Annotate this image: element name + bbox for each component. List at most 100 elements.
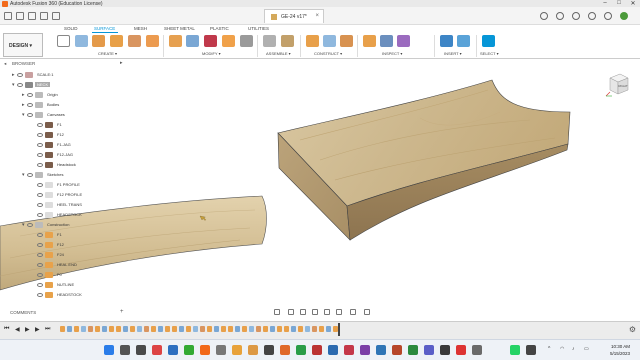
offset-icon[interactable]: [169, 35, 182, 47]
tab-utilities[interactable]: UTILITIES: [248, 26, 269, 31]
app-icon[interactable]: [526, 345, 536, 355]
display-settings-icon[interactable]: [336, 309, 342, 315]
browser-item[interactable]: HEAL END: [32, 260, 79, 269]
app-icon[interactable]: [216, 345, 226, 355]
loft-icon[interactable]: [128, 35, 141, 47]
browser-item[interactable]: F12 PROFILE: [32, 190, 84, 199]
timeline-feature-icon[interactable]: [291, 326, 296, 332]
timeline-feature-icon[interactable]: [214, 326, 219, 332]
visibility-eye-icon[interactable]: [37, 162, 43, 167]
timeline-next-button[interactable]: ▶: [35, 326, 40, 333]
browser-item[interactable]: F12-JAG: [32, 150, 75, 159]
zebra-analysis-icon[interactable]: [397, 35, 410, 47]
timeline-feature-icon[interactable]: [67, 326, 72, 332]
app-icon[interactable]: [472, 345, 482, 355]
tab-sheet-metal[interactable]: SHEET METAL: [164, 26, 195, 31]
visibility-eye-icon[interactable]: [37, 202, 43, 207]
timeline-feature-icon[interactable]: [193, 326, 198, 332]
timeline-feature-icon[interactable]: [277, 326, 282, 332]
timeline-feature-icon[interactable]: [235, 326, 240, 332]
add-comment-button[interactable]: +: [120, 309, 124, 315]
browser-item[interactable]: F1: [32, 230, 64, 239]
browser-item[interactable]: F0: [32, 270, 64, 279]
insert-canvas-icon[interactable]: [440, 35, 453, 47]
spotify-icon[interactable]: [184, 345, 194, 355]
extrude-icon[interactable]: [75, 35, 88, 47]
visibility-eye-icon[interactable]: [37, 272, 43, 277]
midplane-icon[interactable]: [323, 35, 336, 47]
visibility-eye-icon[interactable]: [37, 282, 43, 287]
create-group-label[interactable]: CREATE ▾: [98, 51, 117, 56]
viewcube[interactable]: RIGHT: [604, 70, 632, 98]
browser-item[interactable]: F1: [32, 120, 64, 129]
visibility-eye-icon[interactable]: [37, 142, 43, 147]
browser-item[interactable]: HEADSTOCK: [32, 210, 84, 219]
teams-icon[interactable]: [424, 345, 434, 355]
start-icon[interactable]: [104, 345, 114, 355]
timeline-feature-icon[interactable]: [270, 326, 275, 332]
fit-icon[interactable]: [324, 309, 330, 315]
browser-item[interactable]: F1 PROFILE: [32, 180, 82, 189]
visibility-eye-icon[interactable]: [37, 122, 43, 127]
powerpoint-icon[interactable]: [392, 345, 402, 355]
timeline-feature-icon[interactable]: [186, 326, 191, 332]
visibility-eye-icon[interactable]: [37, 182, 43, 187]
timeline-feature-icon[interactable]: [221, 326, 226, 332]
visibility-eye-icon[interactable]: [27, 112, 33, 117]
timeline-feature-icon[interactable]: [88, 326, 93, 332]
visibility-eye-icon[interactable]: [37, 232, 43, 237]
browser-item[interactable]: ▾ Sketches: [22, 170, 65, 179]
tray-chevron-icon[interactable]: ^: [548, 346, 550, 352]
tab-mesh[interactable]: MESH: [134, 26, 147, 31]
battery-icon[interactable]: ▭: [584, 346, 589, 352]
timeline-feature-icon[interactable]: [81, 326, 86, 332]
timeline-marker[interactable]: [338, 323, 340, 336]
orbit-icon[interactable]: [274, 309, 280, 315]
visibility-eye-icon[interactable]: [37, 192, 43, 197]
timeline-play-button[interactable]: ▶: [25, 326, 30, 333]
look-at-icon[interactable]: [288, 309, 294, 315]
volume-icon[interactable]: ♪: [572, 346, 575, 352]
timeline-feature-icon[interactable]: [326, 326, 331, 332]
visibility-eye-icon[interactable]: [27, 172, 33, 177]
word-icon[interactable]: [328, 345, 338, 355]
timeline-feature-icon[interactable]: [200, 326, 205, 332]
select-group-label[interactable]: SELECT ▾: [480, 51, 499, 56]
new-component-icon[interactable]: [263, 35, 276, 47]
app-icon[interactable]: [440, 345, 450, 355]
body-block[interactable]: [277, 79, 571, 241]
close-tab-icon[interactable]: ×: [315, 13, 319, 19]
minimize-button[interactable]: –: [598, 0, 612, 7]
app-icon[interactable]: [456, 345, 466, 355]
timeline-feature-icon[interactable]: [165, 326, 170, 332]
interference-icon[interactable]: [380, 35, 393, 47]
comments-panel[interactable]: COMMENTS: [0, 307, 128, 317]
file-menu-icon[interactable]: [16, 12, 24, 20]
browser-item[interactable]: ▾ NECK: [12, 80, 51, 89]
browser-item[interactable]: NUTLINE: [32, 280, 76, 289]
maximize-button[interactable]: □: [612, 0, 626, 7]
visibility-eye-icon[interactable]: [37, 292, 43, 297]
timeline-feature-icon[interactable]: [256, 326, 261, 332]
viewport-canvas[interactable]: [0, 67, 640, 306]
revolve-icon[interactable]: [92, 35, 105, 47]
onenote-icon[interactable]: [360, 345, 370, 355]
fusion-taskbar-icon[interactable]: [200, 345, 210, 355]
file-explorer-icon[interactable]: [232, 345, 242, 355]
browser-pin-icon[interactable]: ▸: [120, 60, 123, 66]
browser-item[interactable]: F24: [32, 250, 66, 259]
undo-icon[interactable]: [40, 12, 48, 20]
job-status-icon[interactable]: [588, 12, 596, 20]
app-icon[interactable]: [296, 345, 306, 355]
workspace-switcher[interactable]: DESIGN ▾: [3, 33, 43, 57]
move-icon[interactable]: [240, 35, 253, 47]
visibility-eye-icon[interactable]: [37, 242, 43, 247]
visibility-eye-icon[interactable]: [37, 252, 43, 257]
timeline-feature-icon[interactable]: [158, 326, 163, 332]
app-icon[interactable]: [344, 345, 354, 355]
notifications-icon[interactable]: [572, 12, 580, 20]
insert-mesh-icon[interactable]: [457, 35, 470, 47]
tab-solid[interactable]: SOLID: [64, 26, 78, 31]
grid-settings-icon[interactable]: [350, 309, 356, 315]
timeline-first-button[interactable]: ⏮: [4, 326, 9, 333]
